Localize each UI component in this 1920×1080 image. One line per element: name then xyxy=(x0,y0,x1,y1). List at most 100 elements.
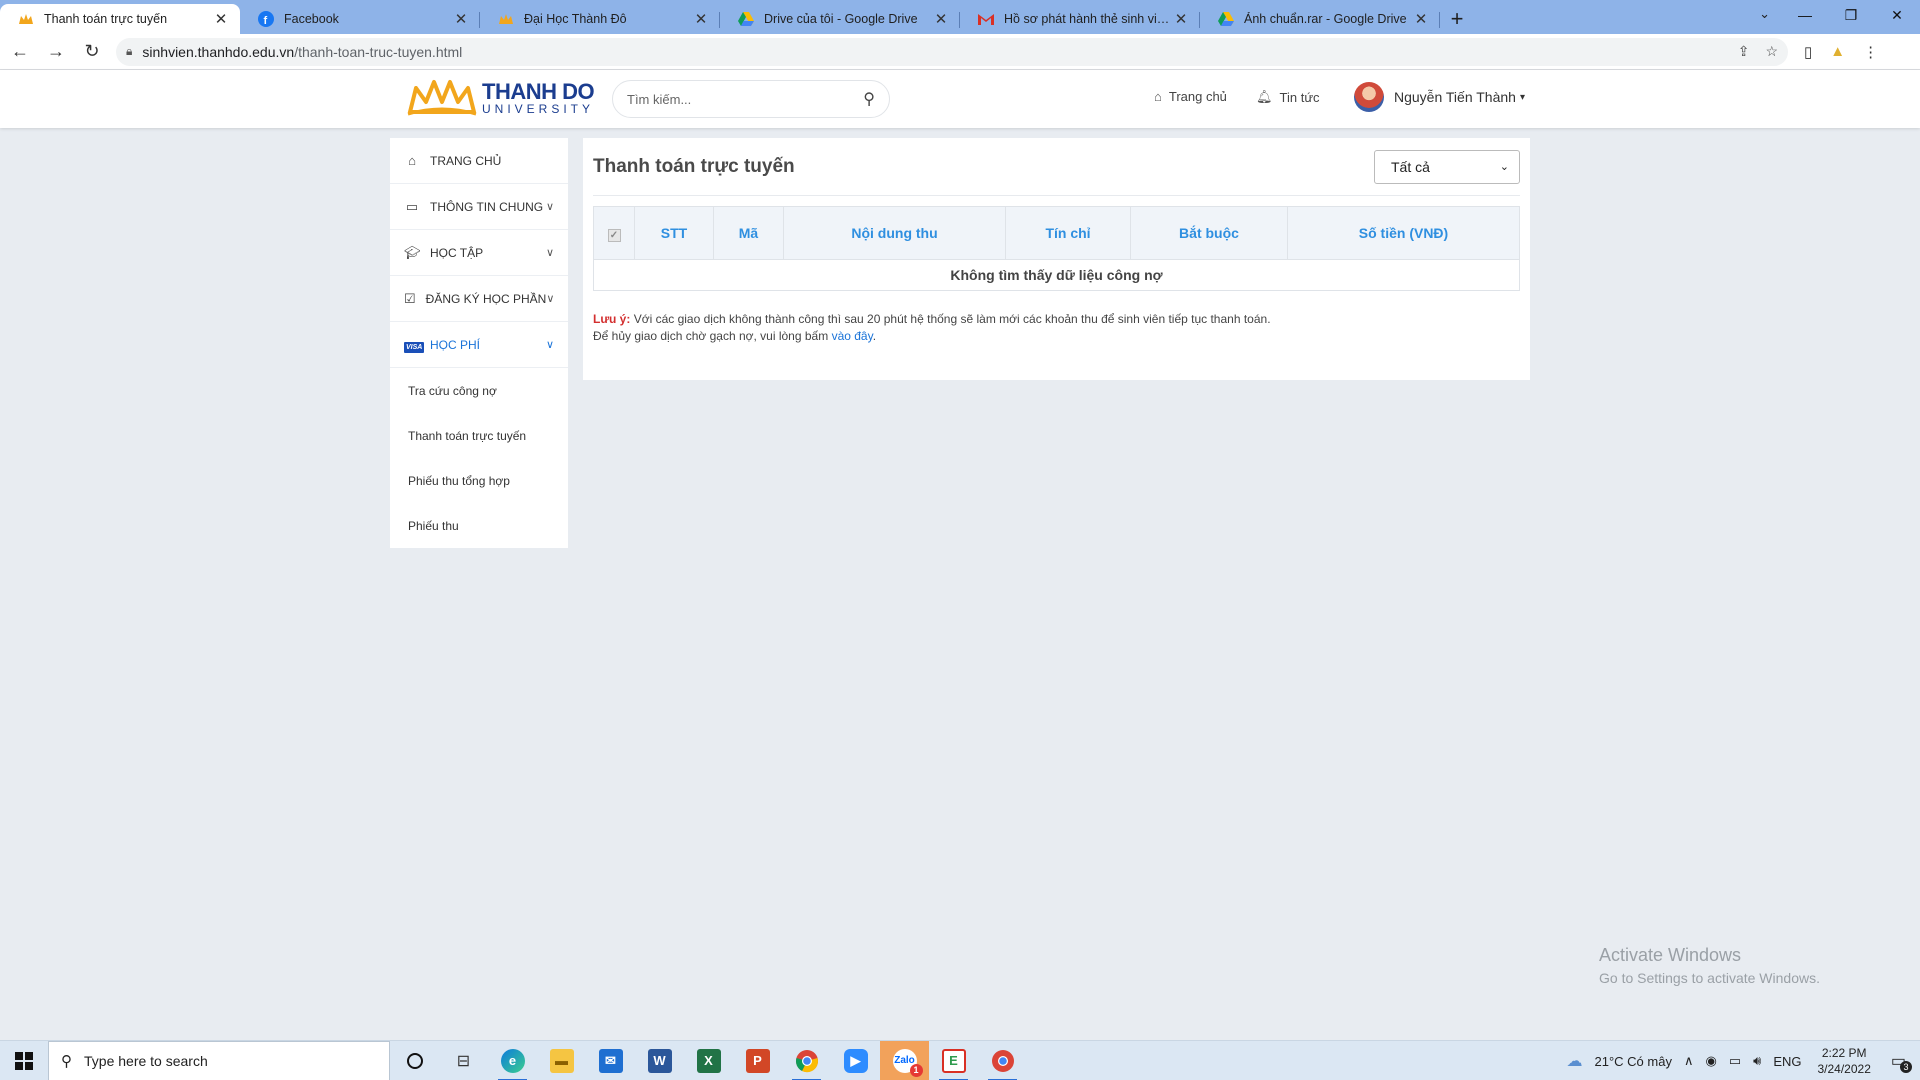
chrome-profile-icon[interactable] xyxy=(978,1041,1027,1080)
file-explorer-icon[interactable]: ▬ xyxy=(537,1041,586,1080)
close-icon[interactable]: ✕ xyxy=(932,10,950,28)
e-app-icon[interactable]: E xyxy=(929,1041,978,1080)
svg-text:f: f xyxy=(264,15,268,27)
visa-card-icon: VISA xyxy=(404,341,425,353)
close-icon[interactable]: ✕ xyxy=(692,10,710,28)
caret-down-icon: ▾ xyxy=(1519,91,1525,103)
select-all-header[interactable]: ✓ xyxy=(593,206,635,260)
search-icon[interactable]: ⚲ xyxy=(863,89,875,109)
edge-icon[interactable]: e xyxy=(488,1041,537,1080)
checkbox-icon[interactable]: ✓ xyxy=(607,228,621,242)
sidebar-item-label: THÔNG TIN CHUNG xyxy=(430,199,544,214)
search-icon: ⚲ xyxy=(61,1052,72,1070)
site-search: ⚲ xyxy=(612,80,890,118)
system-tray: ☁ 21°C Có mây ∧ ◉ ▭ 🔊︎ ENG 2:22 PM 3/24/… xyxy=(1561,1041,1920,1080)
taskbar-search[interactable]: ⚲ Type here to search xyxy=(48,1040,390,1080)
thanhdo-favicon xyxy=(18,11,34,27)
excel-icon[interactable]: X xyxy=(684,1041,733,1080)
close-icon[interactable]: ✕ xyxy=(452,10,470,28)
tab-dai-hoc-thanh-do[interactable]: Đại Học Thành Đô ✕ xyxy=(480,4,720,34)
reload-icon[interactable]: ↻ xyxy=(76,36,108,68)
task-view-icon[interactable]: ⊟ xyxy=(439,1041,488,1080)
chrome-icon[interactable] xyxy=(782,1041,831,1080)
table-row: Không tìm thấy dữ liệu công nợ xyxy=(593,259,1520,291)
taskbar-search-placeholder: Type here to search xyxy=(84,1052,208,1069)
back-icon[interactable]: ← xyxy=(4,36,36,68)
payment-table: ✓ STT Mã Nội dung thu Tín chỉ Bắt buộc S… xyxy=(593,206,1520,291)
nav-home-link[interactable]: ⌂ Trang chủ xyxy=(1154,89,1227,104)
close-window-icon[interactable]: ✕ xyxy=(1874,0,1920,30)
close-icon[interactable]: ✕ xyxy=(1412,10,1430,28)
zoom-icon[interactable]: ▶ xyxy=(831,1041,880,1080)
cloud-weather-icon[interactable]: ☁ xyxy=(1567,1051,1583,1071)
google-drive-icon xyxy=(738,11,754,27)
meet-now-icon[interactable]: ◉ xyxy=(1705,1053,1716,1069)
extension-icon[interactable]: ▲ xyxy=(1830,43,1845,60)
lock-icon[interactable]: 🔒︎ xyxy=(126,44,132,59)
google-drive-icon xyxy=(1218,11,1234,27)
share-icon[interactable]: ⇪ xyxy=(1738,43,1750,60)
sidebar-item-hoc-phi[interactable]: VISA HỌC PHÍ ∨ xyxy=(390,322,568,368)
tab-anh-chuan-drive[interactable]: Ảnh chuẩn.rar - Google Drive ✕ xyxy=(1200,4,1440,34)
note-line-1: Với các giao dịch không thành công thì s… xyxy=(633,312,1271,326)
cancel-link[interactable]: vào đây xyxy=(832,329,873,343)
filter-select[interactable]: Tất cả ⌄ xyxy=(1374,149,1520,184)
tab-title: Đại Học Thành Đô xyxy=(524,12,627,26)
filter-value: Tất cả xyxy=(1391,158,1430,175)
restore-icon[interactable]: ❐ xyxy=(1828,0,1874,30)
network-icon[interactable]: ▭ xyxy=(1729,1053,1741,1069)
cortana-icon[interactable] xyxy=(390,1041,439,1080)
bookmark-star-icon[interactable]: ☆ xyxy=(1765,43,1778,60)
thanhdo-logo[interactable]: THANH DO UNIVERSITY xyxy=(406,78,595,118)
tab-thanh-toan[interactable]: Thanh toán trực tuyến ✕ xyxy=(0,4,240,34)
tab-gmail[interactable]: Hồ sơ phát hành thẻ sinh viên liên kết ✕ xyxy=(960,4,1200,34)
clock-time: 2:22 PM xyxy=(1821,1046,1867,1060)
address-bar[interactable]: 🔒︎ sinhvien.thanhdo.edu.vn/thanh-toan-tr… xyxy=(116,37,1788,66)
mail-icon[interactable]: ✉ xyxy=(586,1041,635,1080)
chevron-up-icon[interactable]: ∧ xyxy=(1684,1053,1694,1069)
sidebar-subitem-thanh-toan-truc-tuyen[interactable]: Thanh toán trực tuyến xyxy=(390,413,568,458)
word-icon[interactable]: W xyxy=(635,1041,684,1080)
chevron-down-icon: ∨ xyxy=(545,201,554,213)
taskbar: ⚲ Type here to search ⊟ e ▬ ✉ W X P ▶ Za… xyxy=(0,1040,1920,1080)
windows-start-icon[interactable] xyxy=(0,1041,48,1080)
tab-facebook[interactable]: f Facebook ✕ xyxy=(240,4,480,34)
clock[interactable]: 2:22 PM 3/24/2022 xyxy=(1817,1045,1870,1077)
zalo-icon[interactable]: Zalo 1 xyxy=(880,1040,929,1080)
sidebar-item-hoc-tap[interactable]: 🎓︎ HỌC TẬP ∨ xyxy=(390,230,568,276)
site-header: THANH DO UNIVERSITY ⚲ ⌂ Trang chủ 🔔︎ Tin… xyxy=(0,70,1920,128)
side-panel-icon[interactable]: ▯ xyxy=(1804,43,1812,61)
column-header: Nội dung thu xyxy=(783,206,1006,260)
sidebar-subitem-phieu-thu-tong-hop[interactable]: Phiếu thu tổng hợp xyxy=(390,458,568,503)
logo-subtitle: UNIVERSITY xyxy=(482,102,595,116)
menu-dots-icon[interactable]: ⋮ xyxy=(1863,43,1878,61)
close-icon[interactable]: ✕ xyxy=(212,10,230,28)
payment-note: Lưu ý: Với các giao dịch không thành côn… xyxy=(593,312,1271,343)
column-header: Bắt buộc xyxy=(1130,206,1288,260)
tab-title: Facebook xyxy=(284,12,339,26)
minimize-icon[interactable]: — xyxy=(1782,0,1828,30)
weather-text[interactable]: 21°C Có mây xyxy=(1595,1054,1672,1069)
sidebar-item-dang-ky-hoc-phan[interactable]: ☑ ĐĂNG KÝ HỌC PHẦN ∨ xyxy=(390,276,568,322)
forward-icon[interactable]: → xyxy=(40,36,72,68)
language-indicator[interactable]: ENG xyxy=(1773,1054,1801,1069)
notification-icon[interactable]: ▭ 3 xyxy=(1891,1051,1912,1073)
sidebar-item-thong-tin-chung[interactable]: ▭ THÔNG TIN CHUNG ∨ xyxy=(390,184,568,230)
tab-search-chevron-icon[interactable]: ⌄ xyxy=(1759,6,1770,22)
powerpoint-icon[interactable]: P xyxy=(733,1041,782,1080)
sidebar-subitem-phieu-thu[interactable]: Phiếu thu xyxy=(390,503,568,548)
new-tab-button[interactable]: + xyxy=(1440,4,1474,34)
sidebar-subitem-tra-cuu-cong-no[interactable]: Tra cứu công nợ xyxy=(390,368,568,413)
user-menu[interactable]: Nguyễn Tiến Thành ▾ xyxy=(1354,82,1525,112)
search-input[interactable] xyxy=(627,91,864,107)
window-controls: — ❐ ✕ xyxy=(1782,0,1920,30)
volume-icon[interactable]: 🔊︎ xyxy=(1753,1053,1761,1069)
main-panel: Thanh toán trực tuyến Tất cả ⌄ ✓ STT Mã … xyxy=(583,138,1530,380)
close-icon[interactable]: ✕ xyxy=(1172,10,1190,28)
column-header: Tín chỉ xyxy=(1005,206,1131,260)
sidebar: ⌂ TRANG CHỦ ▭ THÔNG TIN CHUNG ∨ 🎓︎ HỌC T… xyxy=(390,138,568,548)
nav-news-link[interactable]: 🔔︎ Tin tức xyxy=(1256,89,1320,105)
sidebar-item-trang-chu[interactable]: ⌂ TRANG CHỦ xyxy=(390,138,568,184)
tab-google-drive[interactable]: Drive của tôi - Google Drive ✕ xyxy=(720,4,960,34)
page-title: Thanh toán trực tuyến xyxy=(593,155,795,177)
